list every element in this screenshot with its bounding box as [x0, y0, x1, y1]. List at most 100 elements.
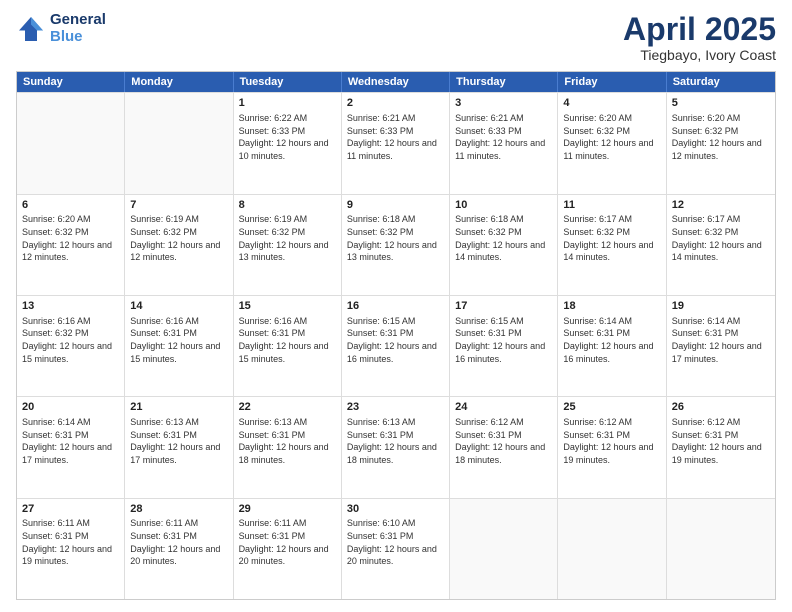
- day-cell-24: 24Sunrise: 6:12 AM Sunset: 6:31 PM Dayli…: [450, 397, 558, 497]
- subtitle: Tiegbayo, Ivory Coast: [623, 47, 776, 63]
- empty-cell: [450, 499, 558, 599]
- day-info: Sunrise: 6:15 AM Sunset: 6:31 PM Dayligh…: [347, 315, 444, 365]
- day-number: 27: [22, 502, 119, 517]
- day-number: 4: [563, 96, 660, 111]
- day-cell-19: 19Sunrise: 6:14 AM Sunset: 6:31 PM Dayli…: [667, 296, 775, 396]
- day-cell-27: 27Sunrise: 6:11 AM Sunset: 6:31 PM Dayli…: [17, 499, 125, 599]
- empty-cell: [17, 93, 125, 193]
- page: General Blue April 2025 Tiegbayo, Ivory …: [0, 0, 792, 612]
- logo: General Blue: [16, 12, 106, 45]
- calendar-row-2: 6Sunrise: 6:20 AM Sunset: 6:32 PM Daylig…: [17, 194, 775, 295]
- header-day-saturday: Saturday: [667, 72, 775, 92]
- day-number: 25: [563, 400, 660, 415]
- header-day-thursday: Thursday: [450, 72, 558, 92]
- day-info: Sunrise: 6:13 AM Sunset: 6:31 PM Dayligh…: [239, 416, 336, 466]
- empty-cell: [125, 93, 233, 193]
- day-number: 22: [239, 400, 336, 415]
- day-info: Sunrise: 6:20 AM Sunset: 6:32 PM Dayligh…: [672, 112, 770, 162]
- calendar-row-4: 20Sunrise: 6:14 AM Sunset: 6:31 PM Dayli…: [17, 396, 775, 497]
- day-cell-21: 21Sunrise: 6:13 AM Sunset: 6:31 PM Dayli…: [125, 397, 233, 497]
- day-cell-3: 3Sunrise: 6:21 AM Sunset: 6:33 PM Daylig…: [450, 93, 558, 193]
- empty-cell: [667, 499, 775, 599]
- day-number: 16: [347, 299, 444, 314]
- calendar-header: SundayMondayTuesdayWednesdayThursdayFrid…: [17, 72, 775, 92]
- day-number: 3: [455, 96, 552, 111]
- calendar-row-5: 27Sunrise: 6:11 AM Sunset: 6:31 PM Dayli…: [17, 498, 775, 599]
- day-info: Sunrise: 6:20 AM Sunset: 6:32 PM Dayligh…: [563, 112, 660, 162]
- day-number: 26: [672, 400, 770, 415]
- day-info: Sunrise: 6:21 AM Sunset: 6:33 PM Dayligh…: [455, 112, 552, 162]
- day-number: 28: [130, 502, 227, 517]
- day-cell-15: 15Sunrise: 6:16 AM Sunset: 6:31 PM Dayli…: [234, 296, 342, 396]
- day-info: Sunrise: 6:12 AM Sunset: 6:31 PM Dayligh…: [455, 416, 552, 466]
- day-cell-28: 28Sunrise: 6:11 AM Sunset: 6:31 PM Dayli…: [125, 499, 233, 599]
- day-info: Sunrise: 6:12 AM Sunset: 6:31 PM Dayligh…: [563, 416, 660, 466]
- day-number: 1: [239, 96, 336, 111]
- calendar-row-1: 1Sunrise: 6:22 AM Sunset: 6:33 PM Daylig…: [17, 92, 775, 193]
- day-info: Sunrise: 6:12 AM Sunset: 6:31 PM Dayligh…: [672, 416, 770, 466]
- day-info: Sunrise: 6:16 AM Sunset: 6:31 PM Dayligh…: [130, 315, 227, 365]
- day-number: 6: [22, 198, 119, 213]
- day-number: 21: [130, 400, 227, 415]
- day-info: Sunrise: 6:13 AM Sunset: 6:31 PM Dayligh…: [130, 416, 227, 466]
- day-number: 24: [455, 400, 552, 415]
- day-info: Sunrise: 6:15 AM Sunset: 6:31 PM Dayligh…: [455, 315, 552, 365]
- day-cell-25: 25Sunrise: 6:12 AM Sunset: 6:31 PM Dayli…: [558, 397, 666, 497]
- day-number: 15: [239, 299, 336, 314]
- day-number: 18: [563, 299, 660, 314]
- day-number: 23: [347, 400, 444, 415]
- day-info: Sunrise: 6:14 AM Sunset: 6:31 PM Dayligh…: [672, 315, 770, 365]
- empty-cell: [558, 499, 666, 599]
- calendar-body: 1Sunrise: 6:22 AM Sunset: 6:33 PM Daylig…: [17, 92, 775, 599]
- day-number: 29: [239, 502, 336, 517]
- day-number: 13: [22, 299, 119, 314]
- day-cell-7: 7Sunrise: 6:19 AM Sunset: 6:32 PM Daylig…: [125, 195, 233, 295]
- day-info: Sunrise: 6:11 AM Sunset: 6:31 PM Dayligh…: [22, 517, 119, 567]
- day-number: 19: [672, 299, 770, 314]
- day-cell-8: 8Sunrise: 6:19 AM Sunset: 6:32 PM Daylig…: [234, 195, 342, 295]
- calendar-row-3: 13Sunrise: 6:16 AM Sunset: 6:32 PM Dayli…: [17, 295, 775, 396]
- day-info: Sunrise: 6:22 AM Sunset: 6:33 PM Dayligh…: [239, 112, 336, 162]
- day-cell-20: 20Sunrise: 6:14 AM Sunset: 6:31 PM Dayli…: [17, 397, 125, 497]
- day-info: Sunrise: 6:19 AM Sunset: 6:32 PM Dayligh…: [239, 213, 336, 263]
- day-cell-17: 17Sunrise: 6:15 AM Sunset: 6:31 PM Dayli…: [450, 296, 558, 396]
- day-number: 20: [22, 400, 119, 415]
- day-number: 11: [563, 198, 660, 213]
- day-info: Sunrise: 6:13 AM Sunset: 6:31 PM Dayligh…: [347, 416, 444, 466]
- day-number: 5: [672, 96, 770, 111]
- day-cell-11: 11Sunrise: 6:17 AM Sunset: 6:32 PM Dayli…: [558, 195, 666, 295]
- header-day-tuesday: Tuesday: [234, 72, 342, 92]
- day-cell-6: 6Sunrise: 6:20 AM Sunset: 6:32 PM Daylig…: [17, 195, 125, 295]
- header-day-wednesday: Wednesday: [342, 72, 450, 92]
- day-cell-13: 13Sunrise: 6:16 AM Sunset: 6:32 PM Dayli…: [17, 296, 125, 396]
- day-info: Sunrise: 6:17 AM Sunset: 6:32 PM Dayligh…: [563, 213, 660, 263]
- logo-icon: [16, 14, 46, 44]
- day-info: Sunrise: 6:10 AM Sunset: 6:31 PM Dayligh…: [347, 517, 444, 567]
- day-info: Sunrise: 6:11 AM Sunset: 6:31 PM Dayligh…: [239, 517, 336, 567]
- day-cell-23: 23Sunrise: 6:13 AM Sunset: 6:31 PM Dayli…: [342, 397, 450, 497]
- day-number: 10: [455, 198, 552, 213]
- day-number: 30: [347, 502, 444, 517]
- main-title: April 2025: [623, 12, 776, 47]
- day-number: 9: [347, 198, 444, 213]
- day-cell-16: 16Sunrise: 6:15 AM Sunset: 6:31 PM Dayli…: [342, 296, 450, 396]
- day-cell-4: 4Sunrise: 6:20 AM Sunset: 6:32 PM Daylig…: [558, 93, 666, 193]
- day-info: Sunrise: 6:21 AM Sunset: 6:33 PM Dayligh…: [347, 112, 444, 162]
- day-info: Sunrise: 6:19 AM Sunset: 6:32 PM Dayligh…: [130, 213, 227, 263]
- header: General Blue April 2025 Tiegbayo, Ivory …: [16, 12, 776, 63]
- day-info: Sunrise: 6:18 AM Sunset: 6:32 PM Dayligh…: [347, 213, 444, 263]
- day-cell-1: 1Sunrise: 6:22 AM Sunset: 6:33 PM Daylig…: [234, 93, 342, 193]
- day-info: Sunrise: 6:16 AM Sunset: 6:31 PM Dayligh…: [239, 315, 336, 365]
- day-cell-14: 14Sunrise: 6:16 AM Sunset: 6:31 PM Dayli…: [125, 296, 233, 396]
- day-cell-5: 5Sunrise: 6:20 AM Sunset: 6:32 PM Daylig…: [667, 93, 775, 193]
- day-number: 2: [347, 96, 444, 111]
- day-number: 14: [130, 299, 227, 314]
- day-info: Sunrise: 6:20 AM Sunset: 6:32 PM Dayligh…: [22, 213, 119, 263]
- day-number: 12: [672, 198, 770, 213]
- day-info: Sunrise: 6:16 AM Sunset: 6:32 PM Dayligh…: [22, 315, 119, 365]
- day-cell-9: 9Sunrise: 6:18 AM Sunset: 6:32 PM Daylig…: [342, 195, 450, 295]
- day-number: 17: [455, 299, 552, 314]
- day-info: Sunrise: 6:17 AM Sunset: 6:32 PM Dayligh…: [672, 213, 770, 263]
- title-block: April 2025 Tiegbayo, Ivory Coast: [623, 12, 776, 63]
- day-cell-30: 30Sunrise: 6:10 AM Sunset: 6:31 PM Dayli…: [342, 499, 450, 599]
